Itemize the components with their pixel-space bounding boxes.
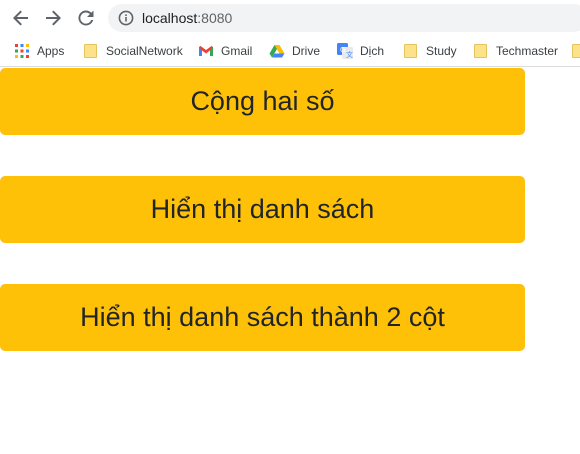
bookmark-label: Dịch xyxy=(360,44,385,58)
bookmark-gmail[interactable]: Gmail xyxy=(198,41,252,61)
bookmark-label: Drive xyxy=(292,44,321,58)
url-text: localhost:8080 xyxy=(142,9,232,27)
bookmark-label: Gmail xyxy=(221,44,253,58)
folder-icon xyxy=(474,44,487,58)
url-host: localhost xyxy=(142,10,198,26)
show-list-button[interactable]: Hiển thị danh sách xyxy=(0,176,525,243)
back-icon[interactable] xyxy=(9,6,33,30)
bookmark-label: Techmaster xyxy=(496,44,559,58)
translate-icon: G 文 xyxy=(337,43,353,59)
address-bar[interactable]: localhost:8080 xyxy=(108,4,580,32)
folder-icon xyxy=(572,44,580,58)
apps-grid-icon xyxy=(14,43,30,59)
bookmark-dich[interactable]: G 文 Dịch xyxy=(337,41,384,61)
bookmark-label: SocialNetwork xyxy=(106,44,183,58)
bookmarks-bar: Apps SocialNetwork Gmail Drive G 文 Dịch … xyxy=(0,36,580,67)
bookmark-techmaster[interactable]: Techmaster xyxy=(473,41,558,61)
browser-toolbar: localhost:8080 xyxy=(0,0,580,36)
forward-icon[interactable] xyxy=(41,6,65,30)
svg-text:文: 文 xyxy=(346,50,353,59)
page-content: Cộng hai số Hiển thị danh sách Hiển thị … xyxy=(0,67,580,454)
reload-icon[interactable] xyxy=(74,6,98,30)
bookmark-study[interactable]: Study xyxy=(403,41,457,61)
bookmark-apps[interactable]: Apps xyxy=(14,41,64,61)
info-icon[interactable] xyxy=(118,10,134,26)
bookmark-label: Study xyxy=(426,44,457,58)
bookmark-socialnetwork[interactable]: SocialNetwork xyxy=(83,41,183,61)
bookmark-drive[interactable]: Drive xyxy=(269,41,320,61)
add-two-numbers-button[interactable]: Cộng hai số xyxy=(0,68,525,135)
svg-text:G: G xyxy=(340,46,345,54)
bookmark-label: Apps xyxy=(37,44,65,58)
folder-icon xyxy=(84,44,97,58)
show-list-two-columns-button[interactable]: Hiển thị danh sách thành 2 cột xyxy=(0,284,525,351)
url-port: :8080 xyxy=(197,10,233,26)
bookmark-overflow[interactable] xyxy=(571,41,580,61)
drive-icon xyxy=(269,43,285,59)
folder-icon xyxy=(404,44,417,58)
gmail-icon xyxy=(198,43,214,59)
